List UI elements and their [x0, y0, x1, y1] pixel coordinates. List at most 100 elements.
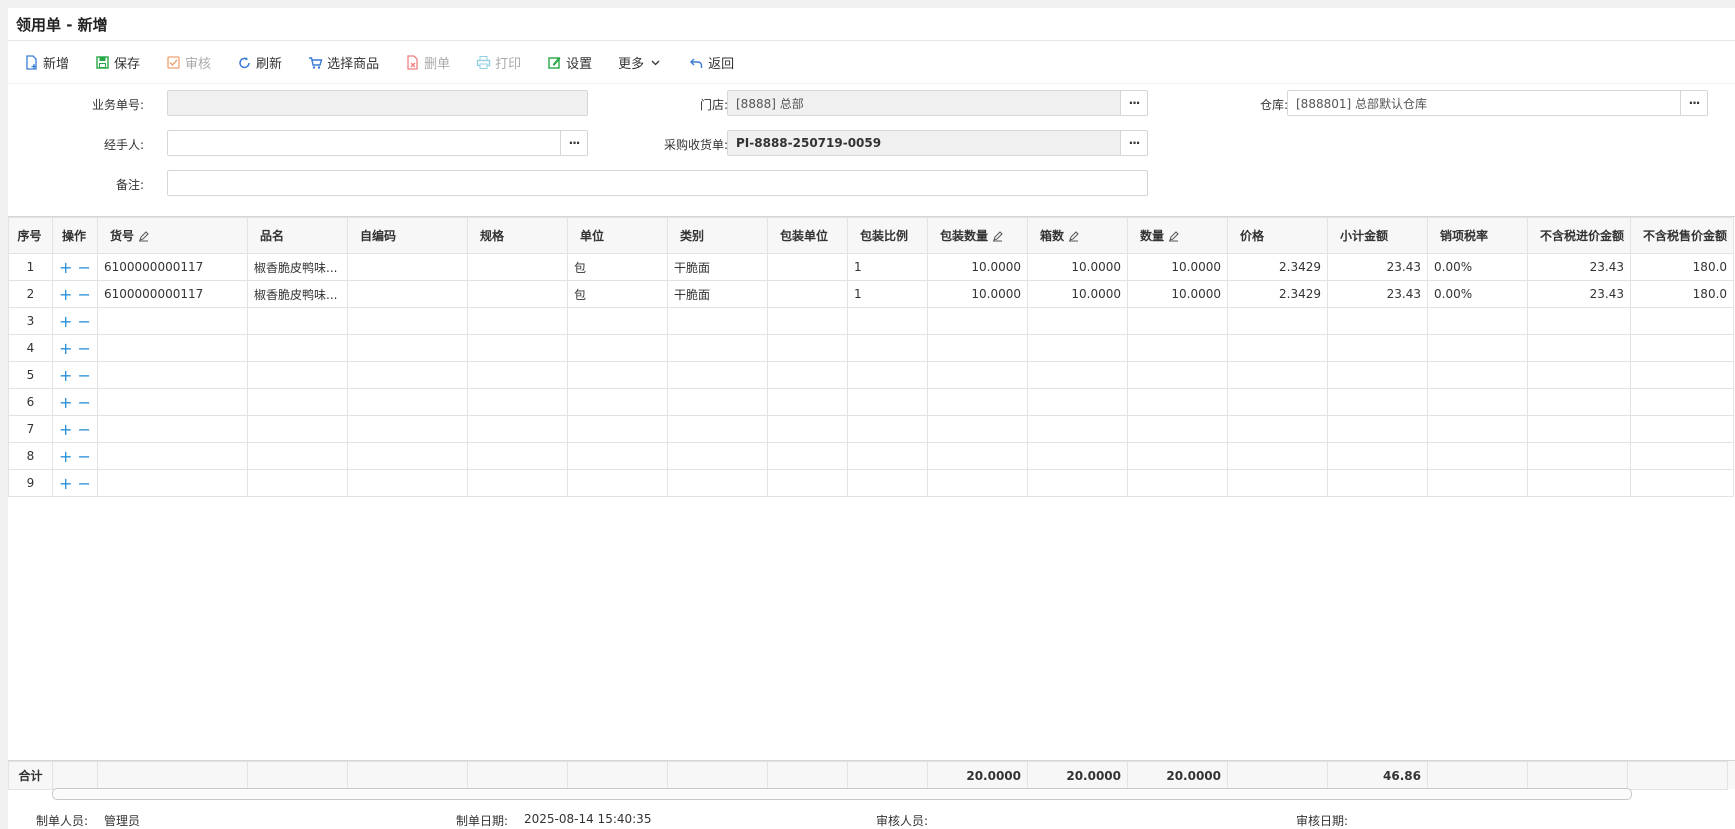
- cell-qty[interactable]: 10.0000: [1127, 280, 1228, 308]
- cell-qty[interactable]: [1127, 388, 1228, 416]
- cell-spec[interactable]: [467, 361, 568, 389]
- cell-pack-ratio[interactable]: 1: [847, 280, 928, 308]
- cell-unit[interactable]: [567, 334, 668, 362]
- cell-name[interactable]: [247, 469, 348, 497]
- table-row[interactable]: 7 + −: [8, 415, 1735, 443]
- column-header[interactable]: 包装比例: [847, 217, 928, 254]
- cell-price[interactable]: [1227, 415, 1328, 443]
- cell-unit[interactable]: [567, 307, 668, 335]
- cell-price[interactable]: [1227, 307, 1328, 335]
- cell-cost-ex-tax[interactable]: [1526, 442, 1632, 470]
- cell-category[interactable]: [667, 442, 768, 470]
- cell-sku[interactable]: [97, 442, 248, 470]
- column-header[interactable]: 销项税率: [1427, 217, 1528, 254]
- cell-qty[interactable]: [1127, 415, 1228, 443]
- cell-sku[interactable]: 6100000000117: [97, 280, 248, 308]
- cell-subtotal[interactable]: 23.43: [1327, 253, 1428, 281]
- purchase-receipt-picker-button[interactable]: ···: [1120, 131, 1147, 155]
- cell-cost-ex-tax[interactable]: [1526, 334, 1632, 362]
- horizontal-scrollbar[interactable]: [52, 788, 1632, 800]
- cell-pack-qty[interactable]: [927, 469, 1028, 497]
- add-row-icon[interactable]: +: [59, 285, 72, 304]
- cell-sale-ex-tax[interactable]: [1630, 334, 1735, 362]
- cell-tax-rate[interactable]: [1427, 388, 1528, 416]
- column-header[interactable]: 数量: [1127, 217, 1228, 254]
- cell-sale-ex-tax[interactable]: 180.0: [1630, 253, 1735, 281]
- cell-category[interactable]: 干脆面: [667, 280, 768, 308]
- column-header[interactable]: 包装数量: [927, 217, 1028, 254]
- cell-pack-qty[interactable]: [927, 415, 1028, 443]
- toolbar-button-print[interactable]: 打印: [476, 53, 521, 72]
- cell-subtotal[interactable]: 23.43: [1327, 280, 1428, 308]
- toolbar-button-check[interactable]: 审核: [166, 53, 211, 72]
- remove-row-icon[interactable]: −: [78, 366, 91, 385]
- column-header[interactable]: 不含税进价金额: [1526, 217, 1632, 254]
- cell-code[interactable]: [347, 280, 468, 308]
- cell-unit[interactable]: [567, 469, 668, 497]
- cell-tax-rate[interactable]: [1427, 361, 1528, 389]
- remove-row-icon[interactable]: −: [78, 339, 91, 358]
- cell-pack-qty[interactable]: [927, 361, 1028, 389]
- cell-cost-ex-tax[interactable]: [1526, 469, 1632, 497]
- cell-pack-ratio[interactable]: [847, 334, 928, 362]
- cell-sale-ex-tax[interactable]: [1630, 415, 1735, 443]
- column-header[interactable]: 包装单位: [767, 217, 848, 254]
- cell-boxes[interactable]: [1027, 469, 1128, 497]
- cell-price[interactable]: [1227, 361, 1328, 389]
- cell-qty[interactable]: [1127, 469, 1228, 497]
- cell-tax-rate[interactable]: 0.00%: [1427, 280, 1528, 308]
- cell-spec[interactable]: [467, 415, 568, 443]
- toolbar-button-new-doc[interactable]: 新增: [24, 53, 69, 72]
- toolbar-button-back[interactable]: 返回: [689, 53, 734, 72]
- cell-qty[interactable]: 10.0000: [1127, 253, 1228, 281]
- remove-row-icon[interactable]: −: [78, 474, 91, 493]
- add-row-icon[interactable]: +: [59, 339, 72, 358]
- cell-spec[interactable]: [467, 442, 568, 470]
- remove-row-icon[interactable]: −: [78, 312, 91, 331]
- toolbar-button-cart[interactable]: 选择商品: [308, 53, 379, 72]
- cell-qty[interactable]: [1127, 442, 1228, 470]
- cell-spec[interactable]: [467, 388, 568, 416]
- cell-code[interactable]: [347, 307, 468, 335]
- cell-cost-ex-tax[interactable]: [1526, 361, 1632, 389]
- cell-pack-ratio[interactable]: [847, 307, 928, 335]
- remove-row-icon[interactable]: −: [78, 393, 91, 412]
- cell-sku[interactable]: [97, 307, 248, 335]
- cell-tax-rate[interactable]: [1427, 307, 1528, 335]
- cell-pack-unit[interactable]: [767, 442, 848, 470]
- cell-boxes[interactable]: 10.0000: [1027, 253, 1128, 281]
- cell-boxes[interactable]: 10.0000: [1027, 280, 1128, 308]
- store-picker-button[interactable]: ···: [1120, 91, 1147, 115]
- table-row[interactable]: 6 + −: [8, 388, 1735, 416]
- table-row[interactable]: 5 + −: [8, 361, 1735, 389]
- cell-boxes[interactable]: [1027, 361, 1128, 389]
- cell-pack-ratio[interactable]: [847, 442, 928, 470]
- cell-price[interactable]: [1227, 442, 1328, 470]
- cell-pack-qty[interactable]: 10.0000: [927, 280, 1028, 308]
- column-header[interactable]: 序号: [8, 217, 53, 254]
- cell-code[interactable]: [347, 388, 468, 416]
- table-row[interactable]: 3 + −: [8, 307, 1735, 335]
- cell-sale-ex-tax[interactable]: 180.0: [1630, 280, 1735, 308]
- cell-sale-ex-tax[interactable]: [1630, 361, 1735, 389]
- cell-qty[interactable]: [1127, 361, 1228, 389]
- cell-unit[interactable]: 包: [567, 280, 668, 308]
- cell-unit[interactable]: 包: [567, 253, 668, 281]
- toolbar-button-delete-doc[interactable]: 删单: [405, 53, 450, 72]
- warehouse-field[interactable]: [888801] 总部默认仓库 ···: [1287, 90, 1708, 116]
- cell-sku[interactable]: [97, 388, 248, 416]
- cell-pack-ratio[interactable]: [847, 388, 928, 416]
- cell-sku[interactable]: [97, 415, 248, 443]
- cell-pack-unit[interactable]: [767, 388, 848, 416]
- cell-name[interactable]: [247, 442, 348, 470]
- cell-sale-ex-tax[interactable]: [1630, 469, 1735, 497]
- column-header[interactable]: 单位: [567, 217, 668, 254]
- handler-picker-button[interactable]: ···: [560, 131, 587, 155]
- cell-unit[interactable]: [567, 442, 668, 470]
- cell-sale-ex-tax[interactable]: [1630, 307, 1735, 335]
- cell-pack-qty[interactable]: [927, 388, 1028, 416]
- cell-category[interactable]: [667, 334, 768, 362]
- cell-subtotal[interactable]: [1327, 469, 1428, 497]
- cell-category[interactable]: [667, 415, 768, 443]
- cell-code[interactable]: [347, 334, 468, 362]
